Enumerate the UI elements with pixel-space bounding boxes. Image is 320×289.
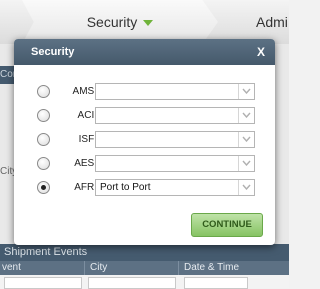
column-divider (84, 261, 85, 275)
column-header-date-time: Date & Time (184, 262, 240, 273)
security-row-afr: AFR: Port to Port (14, 179, 275, 199)
aci-select[interactable] (95, 107, 255, 124)
ams-select[interactable] (95, 83, 255, 100)
chevron-down-icon (238, 84, 254, 99)
column-header-event: vent (2, 262, 21, 273)
isf-select[interactable] (95, 131, 255, 148)
ams-label: AMS: (72, 86, 97, 97)
afr-select[interactable]: Port to Port (95, 179, 255, 196)
tab-security-label: Security (86, 14, 138, 30)
security-row-isf: ISF: (14, 131, 275, 151)
event-input[interactable] (4, 277, 82, 289)
security-row-ams: AMS: (14, 83, 275, 103)
shipment-events-header: Shipment Events (0, 244, 289, 261)
radio-aes[interactable] (37, 157, 50, 170)
dialog-title: Security (31, 46, 75, 58)
column-header-city: City (90, 262, 108, 273)
dialog-header: Security X (14, 39, 275, 65)
chevron-down-icon (238, 156, 254, 171)
security-row-aci: ACI: (14, 107, 275, 127)
chevron-down-icon (238, 132, 254, 147)
chevron-down-icon (238, 108, 254, 123)
shipment-events-title: Shipment Events (4, 246, 88, 258)
chevron-down-icon (143, 20, 154, 27)
radio-isf[interactable] (37, 133, 50, 146)
security-dialog: Security X AMS: ACI: ISF: AES: AFR: Port… (14, 39, 275, 245)
city-input[interactable] (88, 277, 176, 289)
tab-admin[interactable]: Admi (256, 0, 316, 44)
column-divider (178, 261, 179, 275)
security-row-aes: AES: (14, 155, 275, 175)
continue-button[interactable]: CONTINUE (191, 213, 263, 237)
radio-ams[interactable] (37, 85, 50, 98)
date-input[interactable] (184, 277, 248, 289)
radio-aci[interactable] (37, 109, 50, 122)
close-button[interactable]: X (257, 39, 265, 65)
events-table-row (0, 275, 289, 289)
aes-select[interactable] (95, 155, 255, 172)
chevron-down-icon (238, 180, 254, 195)
events-table-header: vent City Date & Time (0, 261, 289, 275)
afr-select-value: Port to Port (100, 182, 151, 193)
aes-label: AES: (74, 158, 97, 169)
tab-security[interactable]: Security (22, 0, 218, 44)
radio-afr[interactable] (37, 181, 50, 194)
afr-label: AFR: (74, 182, 97, 193)
